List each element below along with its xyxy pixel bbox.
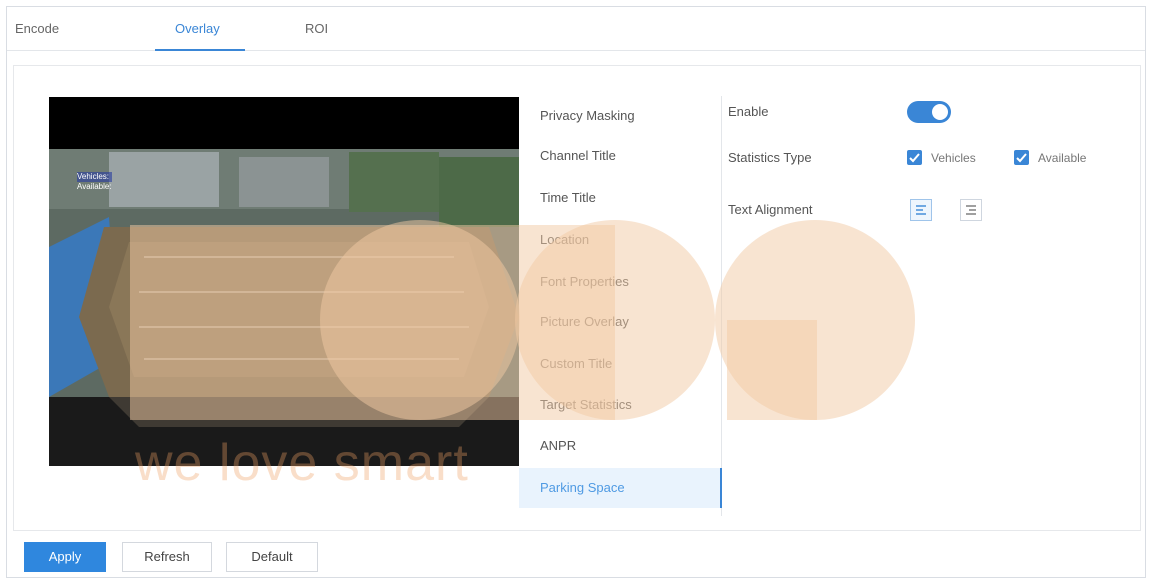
tab-roi[interactable]: ROI [305,21,328,36]
tab-encode[interactable]: Encode [15,21,59,36]
tab-overlay[interactable]: Overlay [175,21,220,36]
menu-item-privacy-masking[interactable]: Privacy Masking [519,96,722,136]
enable-label: Enable [728,104,769,119]
menu-item-time-title[interactable]: Time Title [519,178,722,218]
toggle-knob [932,104,948,120]
menu-item-picture-overlay[interactable]: Picture Overlay [519,302,722,342]
vehicles-checkbox[interactable] [907,150,922,165]
available-label: Available [1038,151,1087,165]
align-right-icon [966,205,976,215]
settings-panel: Encode Overlay ROI Vehicles: Available: … [6,6,1146,578]
menu-item-location[interactable]: Location [519,220,722,260]
text-alignment-label: Text Alignment [728,202,813,217]
apply-button[interactable]: Apply [24,542,106,572]
menu-item-target-statistics[interactable]: Target Statistics [519,385,722,425]
menu-item-font-properties[interactable]: Font Properties [519,262,722,302]
osd-vehicles: Vehicles: [77,172,112,182]
align-left-button[interactable] [910,199,932,221]
menu-item-channel-title[interactable]: Channel Title [519,136,722,176]
osd-available: Available: [77,182,112,191]
check-icon [1016,153,1027,163]
active-tab-indicator [155,49,245,51]
enable-toggle[interactable] [907,101,951,123]
video-preview: Vehicles: Available: [49,97,519,466]
align-right-button[interactable] [960,199,982,221]
align-left-icon [916,205,926,215]
menu-item-parking-space[interactable]: Parking Space [519,468,722,508]
default-button[interactable]: Default [226,542,318,572]
menu-item-anpr[interactable]: ANPR [519,426,722,466]
statistics-type-label: Statistics Type [728,150,812,165]
overlay-content: Vehicles: Available: Privacy Masking Cha… [13,65,1141,531]
menu-item-custom-title[interactable]: Custom Title [519,344,722,384]
parking-lot-aerial-image [49,97,519,466]
tab-bar: Encode Overlay ROI [7,7,1145,51]
vehicles-label: Vehicles [931,151,976,165]
available-checkbox[interactable] [1014,150,1029,165]
overlay-type-menu: Privacy Masking Channel Title Time Title… [519,96,722,516]
video-osd: Vehicles: Available: [77,172,112,192]
check-icon [909,153,920,163]
refresh-button[interactable]: Refresh [122,542,212,572]
